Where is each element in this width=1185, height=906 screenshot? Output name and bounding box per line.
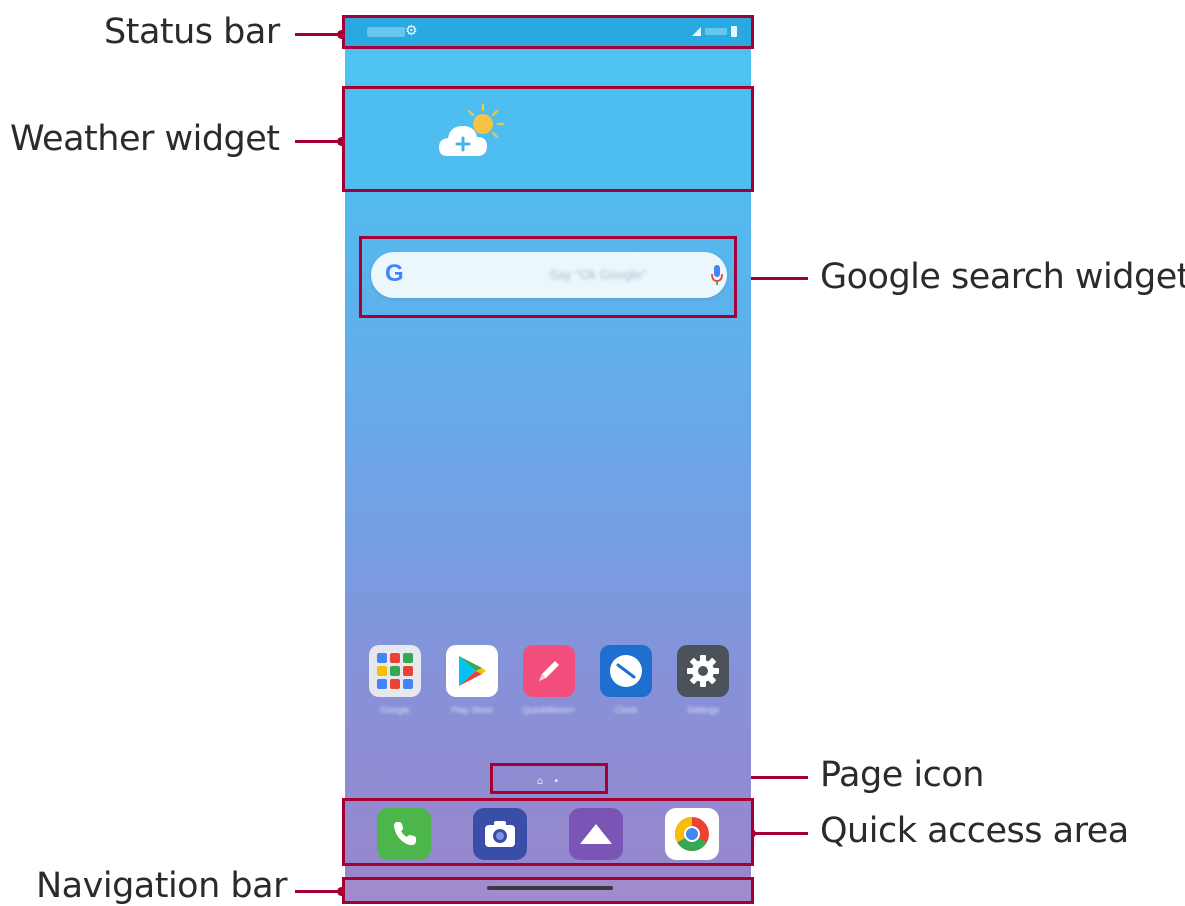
pencil-icon (523, 645, 575, 697)
navigation-bar-leader (295, 890, 340, 893)
top-strip (345, 54, 751, 82)
app-label: Play Store (451, 705, 493, 715)
app-google-folder[interactable]: Google (367, 645, 423, 715)
status-bar-leader (295, 33, 340, 36)
google-search-frame (359, 236, 737, 318)
app-label: Settings (686, 705, 720, 715)
navigation-bar-callout: Navigation bar (36, 866, 287, 906)
app-label: QuickMemo+ (522, 705, 576, 715)
weather-widget-frame (342, 86, 754, 192)
quick-access-frame (342, 798, 754, 866)
google-search-widget-callout: Google search widget (820, 257, 1185, 297)
settings-gear-icon (677, 645, 729, 697)
app-label: Google (380, 705, 410, 715)
page-icon-frame (490, 763, 608, 794)
status-bar-frame (342, 15, 754, 49)
page-icon-callout: Page icon (820, 755, 984, 795)
folder-icon (369, 645, 421, 697)
weather-widget-leader (295, 140, 340, 143)
clock-icon (600, 645, 652, 697)
app-label: Clock (614, 705, 638, 715)
app-qmemo[interactable]: QuickMemo+ (521, 645, 577, 715)
play-store-icon (446, 645, 498, 697)
app-clock[interactable]: Clock (598, 645, 654, 715)
status-bar-callout: Status bar (104, 12, 280, 52)
app-settings[interactable]: Settings (675, 645, 731, 715)
quick-access-area-callout: Quick access area (820, 811, 1129, 851)
quick-access-leader (752, 832, 808, 835)
navigation-bar-frame (342, 877, 754, 904)
app-play-store[interactable]: Play Store (444, 645, 500, 715)
weather-widget-callout: Weather widget (10, 119, 280, 159)
